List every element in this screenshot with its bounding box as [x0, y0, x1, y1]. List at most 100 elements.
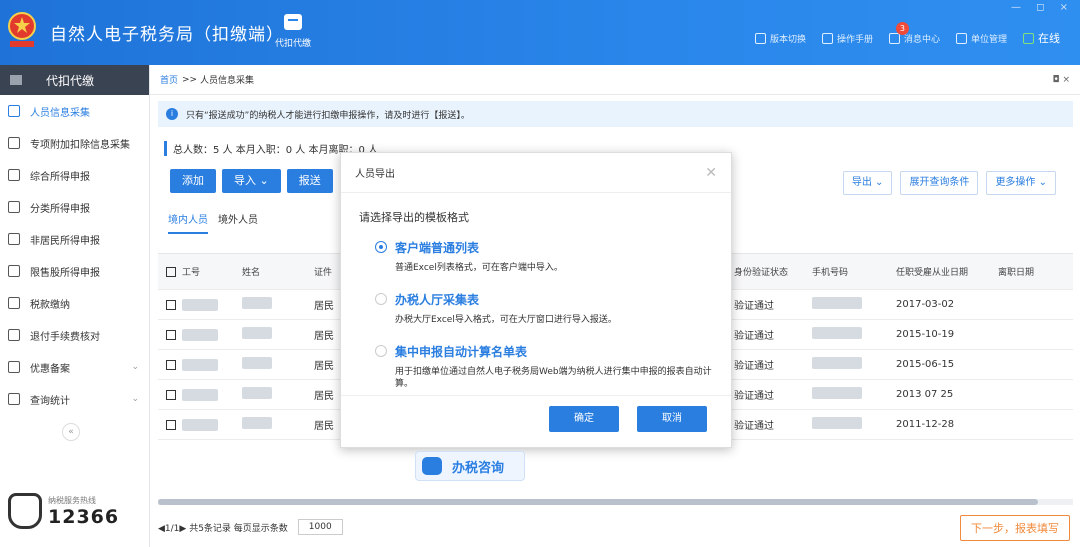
sidebar-item-special-deduction[interactable]: 专项附加扣除信息采集 — [0, 127, 149, 159]
title-bar: 自然人电子税务局（扣缴端） 代扣代缴 版本切换 操作手册 3 消息中心 单位管理… — [0, 0, 1080, 65]
tab-domestic[interactable]: 境内人员 — [168, 211, 208, 234]
message-center-button[interactable]: 3 消息中心 — [888, 21, 940, 45]
chevron-down-icon: ⌄ — [131, 362, 139, 372]
cell-verify: 验证通过 — [734, 421, 774, 432]
page-size-input[interactable]: 1000 — [297, 519, 343, 535]
pager-text[interactable]: ◀1/1▶ 共5条记录 每页显示条数 — [158, 521, 288, 534]
list-icon — [8, 137, 20, 149]
radio-selected[interactable] — [375, 241, 387, 253]
header-leave-date: 离职日期 — [998, 268, 1035, 278]
action-buttons: 添加 导入 ⌄ 报送 — [170, 169, 333, 193]
close-tab-icon[interactable]: ◘ × — [1052, 75, 1070, 85]
hotline-label: 纳税服务热线 — [48, 495, 96, 505]
row-checkbox[interactable] — [166, 389, 176, 400]
redacted-id — [182, 328, 218, 341]
scrollbar-thumb[interactable] — [158, 499, 1038, 505]
pie-icon — [8, 201, 20, 213]
header-verify: 身份验证状态 — [734, 268, 789, 278]
version-icon — [754, 32, 766, 44]
radio-unselected[interactable] — [375, 293, 387, 305]
phone-icon — [8, 493, 42, 529]
sidebar-item-query-stats[interactable]: 查询统计 ⌄ — [0, 383, 149, 415]
redacted-id — [182, 418, 218, 431]
online-icon — [1023, 32, 1034, 44]
info-icon: i — [166, 108, 178, 120]
breadcrumb-current: 人员信息采集 — [199, 76, 254, 86]
module-label: 代扣代缴 — [274, 39, 311, 49]
horizontal-scrollbar[interactable] — [158, 499, 1073, 505]
export-dialog: 人员导出 ✕ 请选择导出的模板格式 客户端普通列表 普通Excel列表格式，可在… — [340, 152, 732, 448]
sidebar: 代扣代缴 人员信息采集 专项附加扣除信息采集 综合所得申报 分类所得申报 非居民… — [0, 65, 150, 547]
cancel-button[interactable]: 取消 — [637, 406, 707, 432]
row-checkbox[interactable] — [166, 329, 176, 340]
sidebar-item-label: 退付手续费核对 — [30, 331, 100, 343]
sidebar-header: 代扣代缴 — [0, 65, 149, 95]
person-icon — [8, 105, 20, 117]
export-button[interactable]: 导出 ⌄ — [842, 171, 893, 195]
version-switch-button[interactable]: 版本切换 — [754, 32, 806, 45]
chat-icon — [422, 457, 442, 475]
submit-button[interactable]: 报送 — [286, 169, 333, 193]
sidebar-item-person-info[interactable]: 人员信息采集 — [0, 95, 149, 127]
module-withholding-button[interactable]: 代扣代缴 — [268, 10, 318, 58]
header-phone: 手机号码 — [812, 268, 849, 278]
manual-button[interactable]: 操作手册 — [821, 32, 873, 45]
cell-hire-date: 2015-06-15 — [896, 359, 955, 370]
option-auto-calc-list[interactable]: 集中申报自动计算名单表 用于扣缴单位通过自然人电子税务局Web端为纳税人进行集中… — [375, 343, 715, 390]
breadcrumb: 首页 >> 人员信息采集 ◘ × — [150, 65, 1080, 95]
close-icon[interactable]: ✕ — [705, 165, 717, 181]
next-step-button[interactable]: 下一步，报表填写 — [960, 515, 1070, 541]
sidebar-collapse-button[interactable]: « — [62, 423, 80, 441]
row-checkbox[interactable] — [166, 299, 176, 310]
org-manage-button[interactable]: 单位管理 — [955, 32, 1007, 45]
sidebar-item-tax-payment[interactable]: 税款缴纳 — [0, 287, 149, 319]
add-button[interactable]: 添加 — [170, 169, 216, 193]
folder-icon — [8, 297, 20, 309]
sidebar-header-label: 代扣代缴 — [46, 73, 95, 88]
sidebar-item-label: 人员信息采集 — [30, 107, 90, 119]
import-button[interactable]: 导入 ⌄ — [222, 169, 281, 193]
nonresident-icon — [8, 233, 20, 245]
wallet-icon — [284, 14, 302, 30]
option-desc: 普通Excel列表格式，可在客户端中导入。 — [395, 263, 563, 273]
sidebar-item-label: 分类所得申报 — [30, 203, 90, 215]
cell-verify: 验证通过 — [734, 391, 774, 402]
redacted-phone — [812, 357, 862, 369]
sidebar-item-fee-refund[interactable]: 退付手续费核对 — [0, 319, 149, 351]
option-client-list[interactable]: 客户端普通列表 普通Excel列表格式，可在客户端中导入。 — [375, 239, 715, 274]
option-hall-collection[interactable]: 办税人厅采集表 办税大厅Excel导入格式，可在大厅窗口进行导入报送。 — [375, 291, 715, 326]
confirm-button[interactable]: 确定 — [549, 406, 619, 432]
breadcrumb-home[interactable]: 首页 — [160, 73, 178, 86]
message-badge: 3 — [895, 21, 909, 35]
query-icon — [8, 393, 20, 405]
window-controls[interactable]: — ◻ × — [1011, 2, 1074, 13]
radio-unselected[interactable] — [375, 345, 387, 357]
sidebar-item-classified-income[interactable]: 分类所得申报 — [0, 191, 149, 223]
sidebar-item-label: 查询统计 — [30, 395, 70, 407]
app-title: 自然人电子税务局（扣缴端） — [50, 25, 284, 45]
tool-label: 操作手册 — [836, 34, 873, 45]
bar-chart-icon — [8, 265, 20, 277]
redacted-name — [242, 387, 272, 399]
cell-hire-date: 2015-10-19 — [896, 329, 955, 340]
tool-label: 单位管理 — [970, 34, 1007, 45]
tax-consult-button[interactable]: 办税咨询 — [415, 451, 525, 481]
select-all-checkbox[interactable] — [166, 266, 176, 277]
pagination: ◀1/1▶ 共5条记录 每页显示条数 1000 — [158, 519, 343, 535]
sidebar-item-label: 非居民所得申报 — [30, 235, 100, 247]
sidebar-item-label: 限售股所得申报 — [30, 267, 100, 279]
sidebar-item-preferential-filing[interactable]: 优惠备案 ⌄ — [0, 351, 149, 383]
sidebar-item-label: 综合所得申报 — [30, 171, 90, 183]
row-checkbox[interactable] — [166, 359, 176, 370]
sidebar-item-comprehensive-income[interactable]: 综合所得申报 — [0, 159, 149, 191]
online-status[interactable]: 在线 — [1023, 30, 1060, 46]
more-actions-button[interactable]: 更多操作 ⌄ — [986, 171, 1056, 195]
tool-label: 版本切换 — [769, 34, 806, 45]
tab-foreign[interactable]: 境外人员 — [218, 211, 258, 234]
row-checkbox[interactable] — [166, 419, 176, 430]
sidebar-item-nonresident-income[interactable]: 非居民所得申报 — [0, 223, 149, 255]
document-icon — [8, 361, 20, 373]
sidebar-item-restricted-stock[interactable]: 限售股所得申报 — [0, 255, 149, 287]
option-title: 办税人厅采集表 — [395, 293, 480, 307]
expand-query-button[interactable]: 展开查询条件 — [900, 171, 979, 195]
